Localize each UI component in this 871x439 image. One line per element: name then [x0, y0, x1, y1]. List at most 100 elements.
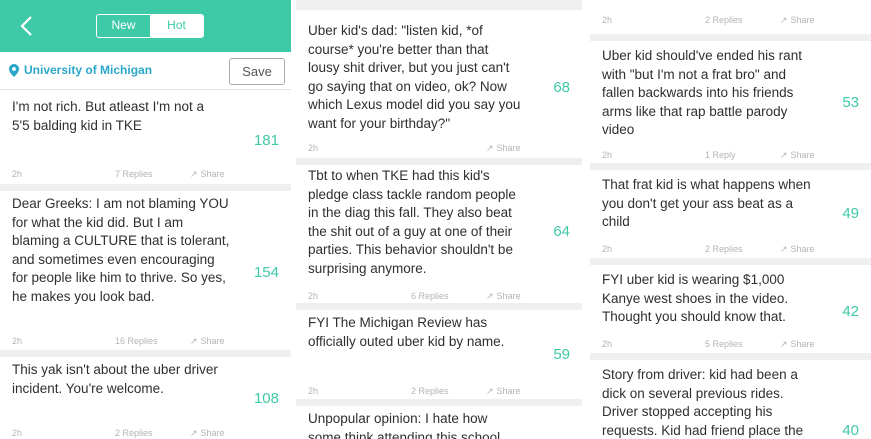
post-text: Story from driver: kid had been a dick o…: [602, 367, 804, 438]
replies-link[interactable]: 6 Replies: [411, 291, 449, 301]
share-label: Share: [790, 150, 815, 160]
yak-post[interactable]: This yak isn't about the uber driver inc…: [0, 357, 291, 417]
share-arrow-icon: ↗: [780, 244, 788, 254]
feed-panel-1: New Hot University of Michigan Save I'm …: [0, 0, 291, 439]
vote-score: 68: [553, 79, 570, 96]
share-button[interactable]: ↗ Share: [190, 428, 225, 439]
divider: [590, 353, 871, 360]
divider: [296, 303, 582, 310]
share-button[interactable]: ↗ Share: [780, 15, 815, 26]
post-meta: 2h ↗ Share: [296, 136, 582, 160]
post-text: This yak isn't about the uber driver inc…: [12, 362, 218, 396]
map-pin-icon: [9, 64, 19, 77]
post-text: Uber kid should've ended his rant with "…: [602, 48, 802, 137]
post-text: Unpopular opinion: I hate how some think…: [308, 411, 501, 439]
post-meta: 2h 7 Replies ↗ Share: [0, 162, 291, 186]
share-button[interactable]: ↗ Share: [780, 150, 815, 161]
yak-post[interactable]: Uber kid should've ended his rant with "…: [590, 41, 871, 141]
yak-post[interactable]: FYI uber kid is wearing $1,000 Kanye wes…: [590, 265, 871, 333]
share-label: Share: [790, 15, 815, 25]
share-button[interactable]: ↗ Share: [190, 169, 225, 180]
nav-bar: New Hot: [0, 0, 291, 52]
yak-post[interactable]: Uber kid's dad: "listen kid, *of course*…: [296, 14, 582, 131]
vote-score: 40: [842, 422, 859, 439]
post-time: 2h: [602, 150, 613, 160]
yak-post[interactable]: I'm not rich. But atleast I'm not a 5'5 …: [0, 90, 291, 160]
location-label: University of Michigan: [24, 63, 153, 77]
post-time: 2h: [12, 169, 23, 179]
chevron-left-icon: [20, 16, 32, 36]
post-text: FYI uber kid is wearing $1,000 Kanye wes…: [602, 272, 789, 324]
share-button[interactable]: ↗ Share: [486, 386, 521, 397]
location-bar: University of Michigan Save: [0, 52, 291, 90]
share-label: Share: [790, 339, 815, 349]
yak-post[interactable]: Tbt to when TKE had this kid's pledge cl…: [296, 165, 582, 283]
share-arrow-icon: ↗: [190, 336, 198, 346]
post-time: 2h: [12, 336, 23, 346]
share-arrow-icon: ↗: [486, 143, 494, 153]
share-arrow-icon: ↗: [190, 169, 198, 179]
share-label: Share: [496, 143, 521, 153]
vote-score: 181: [253, 132, 279, 149]
vote-score: 108: [253, 390, 279, 407]
share-button[interactable]: ↗ Share: [190, 336, 225, 347]
share-button[interactable]: ↗ Share: [780, 339, 815, 350]
share-arrow-icon: ↗: [780, 15, 788, 25]
back-button[interactable]: [16, 14, 38, 38]
share-label: Share: [200, 336, 225, 346]
post-time: 2h: [602, 339, 613, 349]
share-arrow-icon: ↗: [486, 291, 494, 301]
replies-link[interactable]: 5 Replies: [705, 339, 743, 349]
divider: [0, 350, 291, 357]
tab-hot[interactable]: Hot: [150, 15, 203, 37]
post-time: 2h: [12, 428, 23, 438]
vote-score: 49: [842, 205, 859, 222]
save-button[interactable]: Save: [229, 58, 285, 85]
share-arrow-icon: ↗: [780, 339, 788, 349]
share-label: Share: [496, 386, 521, 396]
divider: [0, 184, 291, 191]
share-label: Share: [200, 169, 225, 179]
post-time: 2h: [602, 244, 613, 254]
share-button[interactable]: ↗ Share: [486, 291, 521, 302]
yak-post[interactable]: Dear Greeks: I am not blaming YOU for wh…: [0, 191, 291, 326]
divider: [296, 158, 582, 165]
post-text: Tbt to when TKE had this kid's pledge cl…: [308, 168, 516, 276]
vote-score: 42: [842, 303, 859, 320]
share-arrow-icon: ↗: [486, 386, 494, 396]
replies-link[interactable]: 2 Replies: [115, 428, 153, 438]
vote-score: 154: [253, 264, 279, 281]
share-arrow-icon: ↗: [780, 150, 788, 160]
yak-post[interactable]: Unpopular opinion: I hate how some think…: [296, 406, 582, 439]
divider: [590, 34, 871, 41]
share-label: Share: [496, 291, 521, 301]
yak-post[interactable]: Story from driver: kid had been a dick o…: [590, 360, 871, 439]
share-button[interactable]: ↗ Share: [486, 143, 521, 154]
vote-score: 64: [553, 223, 570, 240]
replies-link[interactable]: 16 Replies: [115, 336, 158, 346]
yak-post[interactable]: That frat kid is what happens when you d…: [590, 170, 871, 238]
post-time: 2h: [602, 15, 613, 25]
post-text: Dear Greeks: I am not blaming YOU for wh…: [12, 196, 230, 304]
share-button[interactable]: ↗ Share: [780, 244, 815, 255]
divider: [296, 0, 582, 10]
yak-post[interactable]: FYI The Michigan Review has officially o…: [296, 310, 582, 376]
vote-score: 53: [842, 94, 859, 111]
replies-link[interactable]: 7 Replies: [115, 169, 153, 179]
post-text: FYI The Michigan Review has officially o…: [308, 315, 505, 349]
tab-new[interactable]: New: [97, 15, 150, 37]
divider: [590, 163, 871, 170]
share-label: Share: [200, 428, 225, 438]
divider: [590, 258, 871, 265]
replies-link[interactable]: 2 Replies: [411, 386, 449, 396]
feed-panel-3: 2h 2 Replies ↗ Share Uber kid should've e…: [590, 0, 871, 439]
divider: [296, 399, 582, 406]
replies-link[interactable]: 2 Replies: [705, 15, 743, 25]
post-text: That frat kid is what happens when you d…: [602, 177, 811, 229]
replies-link[interactable]: 2 Replies: [705, 244, 743, 254]
replies-link[interactable]: 1 Reply: [705, 150, 736, 160]
feed-panel-2: Uber kid's dad: "listen kid, *of course*…: [296, 0, 582, 439]
post-time: 2h: [308, 143, 319, 153]
post-text: Uber kid's dad: "listen kid, *of course*…: [308, 23, 521, 131]
feed-toggle: New Hot: [96, 14, 204, 38]
